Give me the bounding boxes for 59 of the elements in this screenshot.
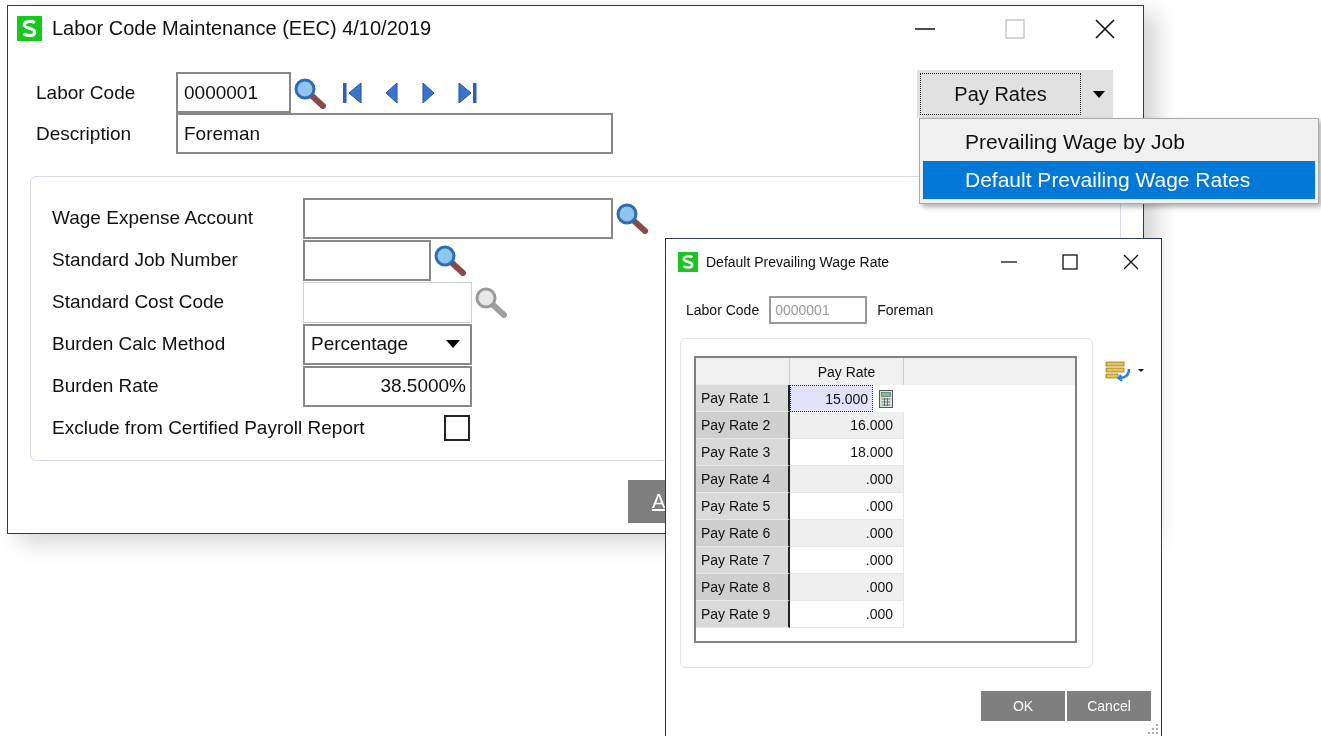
pay-rates-button[interactable]: Pay Rates bbox=[920, 73, 1081, 115]
field-label: Wage Expense Account bbox=[52, 207, 255, 229]
row-header: Pay Rate 8 bbox=[696, 574, 790, 601]
table-cell[interactable]: .000 bbox=[790, 520, 904, 547]
window-title: Default Prevailing Wage Rate bbox=[706, 253, 890, 270]
search-icon[interactable] bbox=[433, 244, 467, 276]
row-header: Pay Rate 1 bbox=[696, 385, 790, 412]
field-label: Exclude from Certified Payroll Report bbox=[52, 417, 366, 439]
row-header: Pay Rate 7 bbox=[696, 547, 790, 574]
calculator-icon[interactable] bbox=[879, 389, 893, 408]
row-header: Pay Rate 3 bbox=[696, 439, 790, 466]
app-logo-icon bbox=[17, 16, 42, 41]
number-field[interactable]: 38.5000% bbox=[303, 365, 472, 407]
table-cell[interactable]: .000 bbox=[790, 574, 904, 601]
row-header: Pay Rate 4 bbox=[696, 466, 790, 493]
dropdown[interactable]: Percentage bbox=[303, 323, 472, 365]
row-header: Pay Rate 5 bbox=[696, 493, 790, 520]
resize-grip-icon[interactable] bbox=[1147, 723, 1159, 735]
column-settings-icon[interactable] bbox=[1105, 360, 1145, 382]
row-header: Pay Rate 2 bbox=[696, 412, 790, 439]
caret-icon bbox=[446, 340, 460, 348]
labor-code-field[interactable]: 0000001 bbox=[176, 72, 291, 113]
row-header: Pay Rate 6 bbox=[696, 520, 790, 547]
menu-item[interactable]: Default Prevailing Wage Rates bbox=[923, 161, 1315, 199]
labor-code-field: 0000001 bbox=[769, 296, 868, 324]
table-cell[interactable]: 15.000 bbox=[790, 385, 873, 412]
checkbox[interactable] bbox=[444, 415, 470, 441]
labor-code-description: Foreman bbox=[877, 302, 934, 318]
app-logo-icon bbox=[678, 251, 698, 272]
close-icon[interactable] bbox=[1123, 253, 1139, 270]
lookup-field[interactable] bbox=[303, 197, 613, 239]
field-label: Standard Cost Code bbox=[52, 291, 226, 313]
caret-icon bbox=[1092, 90, 1105, 98]
table-cell[interactable]: .000 bbox=[790, 601, 904, 628]
description-field[interactable]: Foreman bbox=[176, 113, 613, 154]
table-cell[interactable]: .000 bbox=[790, 466, 904, 493]
previous-record-icon[interactable] bbox=[383, 81, 401, 104]
table-cell[interactable]: 16.000 bbox=[790, 412, 904, 439]
field-label: Labor Code bbox=[686, 302, 760, 318]
maximize-icon[interactable] bbox=[1062, 253, 1078, 270]
first-record-icon[interactable] bbox=[341, 81, 365, 104]
dropdown-arrow-button[interactable] bbox=[1084, 70, 1113, 118]
close-icon[interactable] bbox=[1095, 18, 1115, 39]
field-label: Labor Code bbox=[36, 81, 137, 104]
menu-item[interactable]: Prevailing Wage by Job bbox=[923, 123, 1315, 161]
last-record-icon[interactable] bbox=[455, 81, 479, 104]
search-icon[interactable] bbox=[474, 286, 508, 318]
search-icon[interactable] bbox=[293, 76, 327, 109]
window-title: Labor Code Maintenance (EEC) 4/10/2019 bbox=[52, 17, 432, 40]
row-header: Pay Rate 9 bbox=[696, 601, 790, 628]
dialog-button[interactable]: Cancel bbox=[1067, 691, 1151, 721]
field-label: Standard Job Number bbox=[52, 249, 239, 271]
field-label: Description bbox=[36, 122, 133, 145]
search-icon[interactable] bbox=[615, 202, 649, 234]
field-label: Burden Calc Method bbox=[52, 333, 227, 355]
dialog-button[interactable]: OK bbox=[981, 691, 1065, 721]
lookup-field[interactable] bbox=[303, 239, 431, 281]
field-label: Burden Rate bbox=[52, 375, 160, 397]
next-record-icon[interactable] bbox=[419, 81, 437, 104]
